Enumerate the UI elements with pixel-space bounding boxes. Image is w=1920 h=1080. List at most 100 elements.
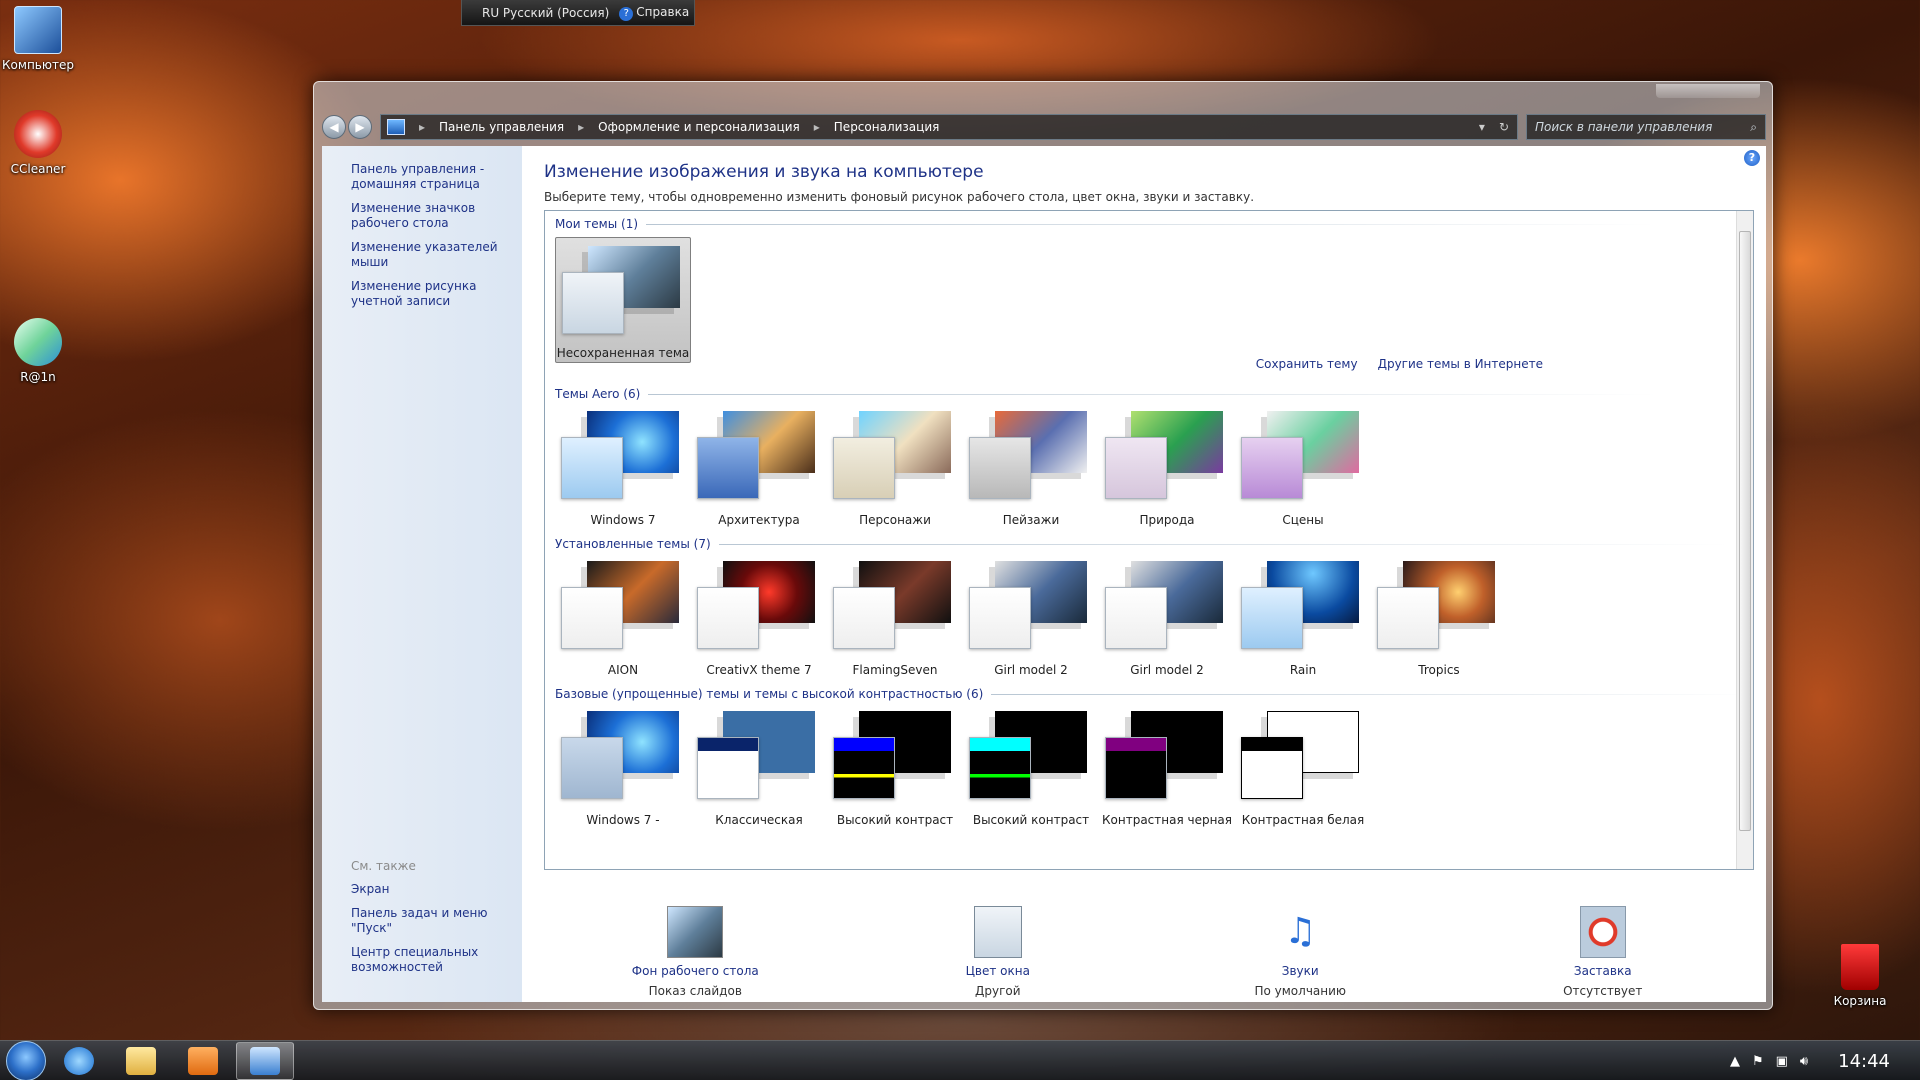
help-button[interactable]: ? Справка xyxy=(619,5,689,21)
forward-button[interactable]: ▶ xyxy=(348,115,372,139)
desktop-icon-recycle-bin[interactable]: Корзина xyxy=(1822,944,1898,1008)
see-also-accessibility[interactable]: Центр специальных возможностей xyxy=(351,945,516,975)
help-icon[interactable]: ? xyxy=(1744,150,1760,166)
scrollbar-thumb[interactable] xyxy=(1739,231,1751,831)
internet-explorer-icon xyxy=(64,1046,94,1075)
content-area: Панель управления - домашняя страница Из… xyxy=(322,146,1766,1002)
breadcrumb-control-panel[interactable]: Панель управления xyxy=(439,120,564,134)
theme-high-contrast-1[interactable]: Высокий контраст xyxy=(827,703,963,829)
theme-creativx[interactable]: CreativX theme 7 xyxy=(691,553,827,679)
window-color-swatch xyxy=(1241,737,1303,799)
taskbar-control-panel[interactable] xyxy=(236,1041,294,1080)
more-themes-link[interactable]: Другие темы в Интернете xyxy=(1378,357,1543,381)
window-color-swatch xyxy=(1241,587,1303,649)
theme-windows7[interactable]: Windows 7 xyxy=(555,403,691,529)
theme-aion[interactable]: AION xyxy=(555,553,691,679)
theme-label: Windows 7 - xyxy=(586,813,660,827)
see-also-taskbar[interactable]: Панель задач и меню "Пуск" xyxy=(351,906,516,936)
window-color-swatch xyxy=(833,737,895,799)
search-icon: ⌕ xyxy=(1750,119,1757,134)
see-also-display[interactable]: Экран xyxy=(351,882,516,897)
save-theme-link[interactable]: Сохранить тему xyxy=(1256,357,1358,381)
theme-label: Несохраненная тема xyxy=(556,346,690,360)
address-bar[interactable]: ▸ Панель управления ▸ Оформление и персо… xyxy=(380,114,1518,140)
media-player-icon xyxy=(188,1046,218,1075)
setting-name: Заставка xyxy=(1573,964,1632,978)
sidebar: Панель управления - домашняя страница Из… xyxy=(322,146,522,1002)
theme-girl-model-2b[interactable]: Girl model 2 xyxy=(1099,553,1235,679)
screensaver-icon xyxy=(1579,906,1626,958)
action-center-icon[interactable]: ⚑ xyxy=(1752,1054,1764,1069)
window-color-swatch xyxy=(833,437,895,499)
sounds-icon: ♫ xyxy=(1284,911,1317,952)
theme-label: Girl model 2 xyxy=(994,663,1068,677)
theme-tropics[interactable]: Tropics xyxy=(1371,553,1507,679)
theme-label: Сцены xyxy=(1282,513,1324,527)
chevron-down-icon[interactable]: ▾ xyxy=(1479,120,1485,134)
sidebar-link-account-picture[interactable]: Изменение рисунка учетной записи xyxy=(351,279,516,309)
theme-nature[interactable]: Природа xyxy=(1099,403,1235,529)
search-input[interactable]: Поиск в панели управления ⌕ xyxy=(1526,114,1766,140)
desktop-icon-computer[interactable]: Компьютер xyxy=(0,6,76,72)
setting-value: Показ слайдов xyxy=(648,984,742,998)
desktop-background-setting[interactable]: Фон рабочего стола Показ слайдов xyxy=(544,906,847,1006)
chevron-right-icon: ▸ xyxy=(813,120,820,134)
theme-label: Классическая xyxy=(715,813,803,827)
desktop-icon-ccleaner[interactable]: CCleaner xyxy=(0,110,76,176)
back-button[interactable]: ◀ xyxy=(322,115,346,139)
see-also: См. также Экран Панель задач и меню "Пус… xyxy=(351,859,516,984)
theme-scenes[interactable]: Сцены xyxy=(1235,403,1371,529)
screensaver-setting[interactable]: Заставка Отсутствует xyxy=(1452,906,1755,1006)
breadcrumb-appearance[interactable]: Оформление и персонализация xyxy=(598,120,800,134)
chevron-right-icon: ▸ xyxy=(419,120,426,134)
clock[interactable]: 14:44 xyxy=(1838,1051,1890,1072)
theme-contrast-black[interactable]: Контрастная черная xyxy=(1099,703,1235,829)
sidebar-link-desktop-icons[interactable]: Изменение значков рабочего стола xyxy=(351,201,516,231)
taskbar-explorer[interactable] xyxy=(112,1042,170,1080)
group-title-aero: Темы Aero (6) xyxy=(555,387,1753,401)
taskbar-ie[interactable] xyxy=(50,1042,108,1080)
window-controls[interactable] xyxy=(1656,84,1760,98)
ccleaner-icon xyxy=(14,110,62,158)
recycle-bin-icon xyxy=(1841,944,1879,990)
theme-architecture[interactable]: Архитектура xyxy=(691,403,827,529)
theme-label: Архитектура xyxy=(718,513,800,527)
show-hidden-icons-icon[interactable]: ▲ xyxy=(1730,1054,1740,1069)
theme-high-contrast-2[interactable]: Высокий контраст xyxy=(963,703,1099,829)
theme-label: Girl model 2 xyxy=(1130,663,1204,677)
theme-landscapes[interactable]: Пейзажи xyxy=(963,403,1099,529)
navigation-bar: ◀ ▶ ▸ Панель управления ▸ Оформление и п… xyxy=(322,112,1766,142)
language-bar[interactable]: RU Русский (Россия) ? Справка xyxy=(461,0,695,26)
start-button[interactable] xyxy=(6,1040,46,1080)
theme-rain[interactable]: Rain xyxy=(1235,553,1371,679)
theme-actions: Сохранить тему Другие темы в Интернете xyxy=(555,357,1753,381)
theme-windows7-basic[interactable]: Windows 7 - xyxy=(555,703,691,829)
desktop-icon-label: Корзина xyxy=(1833,994,1887,1008)
taskbar-media-player[interactable] xyxy=(174,1042,232,1080)
window-color-swatch xyxy=(833,587,895,649)
desktop-icon-rain[interactable]: R@1n xyxy=(0,318,76,384)
theme-label: Высокий контраст xyxy=(836,813,954,827)
breadcrumb-personalization[interactable]: Персонализация xyxy=(834,120,940,134)
group-title-basic: Базовые (упрощенные) темы и темы с высок… xyxy=(555,687,1753,701)
theme-unsaved[interactable]: Несохраненная тема xyxy=(555,237,691,363)
refresh-icon[interactable]: ↻ xyxy=(1499,120,1509,134)
volume-icon[interactable]: 🔊︎ xyxy=(1800,1054,1808,1069)
folder-icon xyxy=(126,1046,156,1075)
setting-name: Фон рабочего стола xyxy=(631,964,759,978)
theme-classic[interactable]: Классическая xyxy=(691,703,827,829)
sounds-setting[interactable]: ♫ Звуки По умолчанию xyxy=(1149,906,1452,1006)
theme-characters[interactable]: Персонажи xyxy=(827,403,963,529)
theme-flamingseven[interactable]: FlamingSeven xyxy=(827,553,963,679)
search-placeholder: Поиск в панели управления xyxy=(1535,120,1713,134)
sidebar-link-home[interactable]: Панель управления - домашняя страница xyxy=(351,162,516,192)
network-icon[interactable]: ▣ xyxy=(1776,1054,1788,1069)
group-title-installed: Установленные темы (7) xyxy=(555,537,1753,551)
scrollbar[interactable] xyxy=(1736,211,1753,869)
sidebar-link-mouse-pointers[interactable]: Изменение указателей мыши xyxy=(351,240,516,270)
theme-list: Мои темы (1) Несохраненная тема Сохранит… xyxy=(544,210,1754,870)
language-indicator[interactable]: RU Русский (Россия) xyxy=(482,6,609,20)
theme-contrast-white[interactable]: Контрастная белая xyxy=(1235,703,1371,829)
window-color-setting[interactable]: Цвет окна Другой xyxy=(847,906,1150,1006)
theme-girl-model-2a[interactable]: Girl model 2 xyxy=(963,553,1099,679)
